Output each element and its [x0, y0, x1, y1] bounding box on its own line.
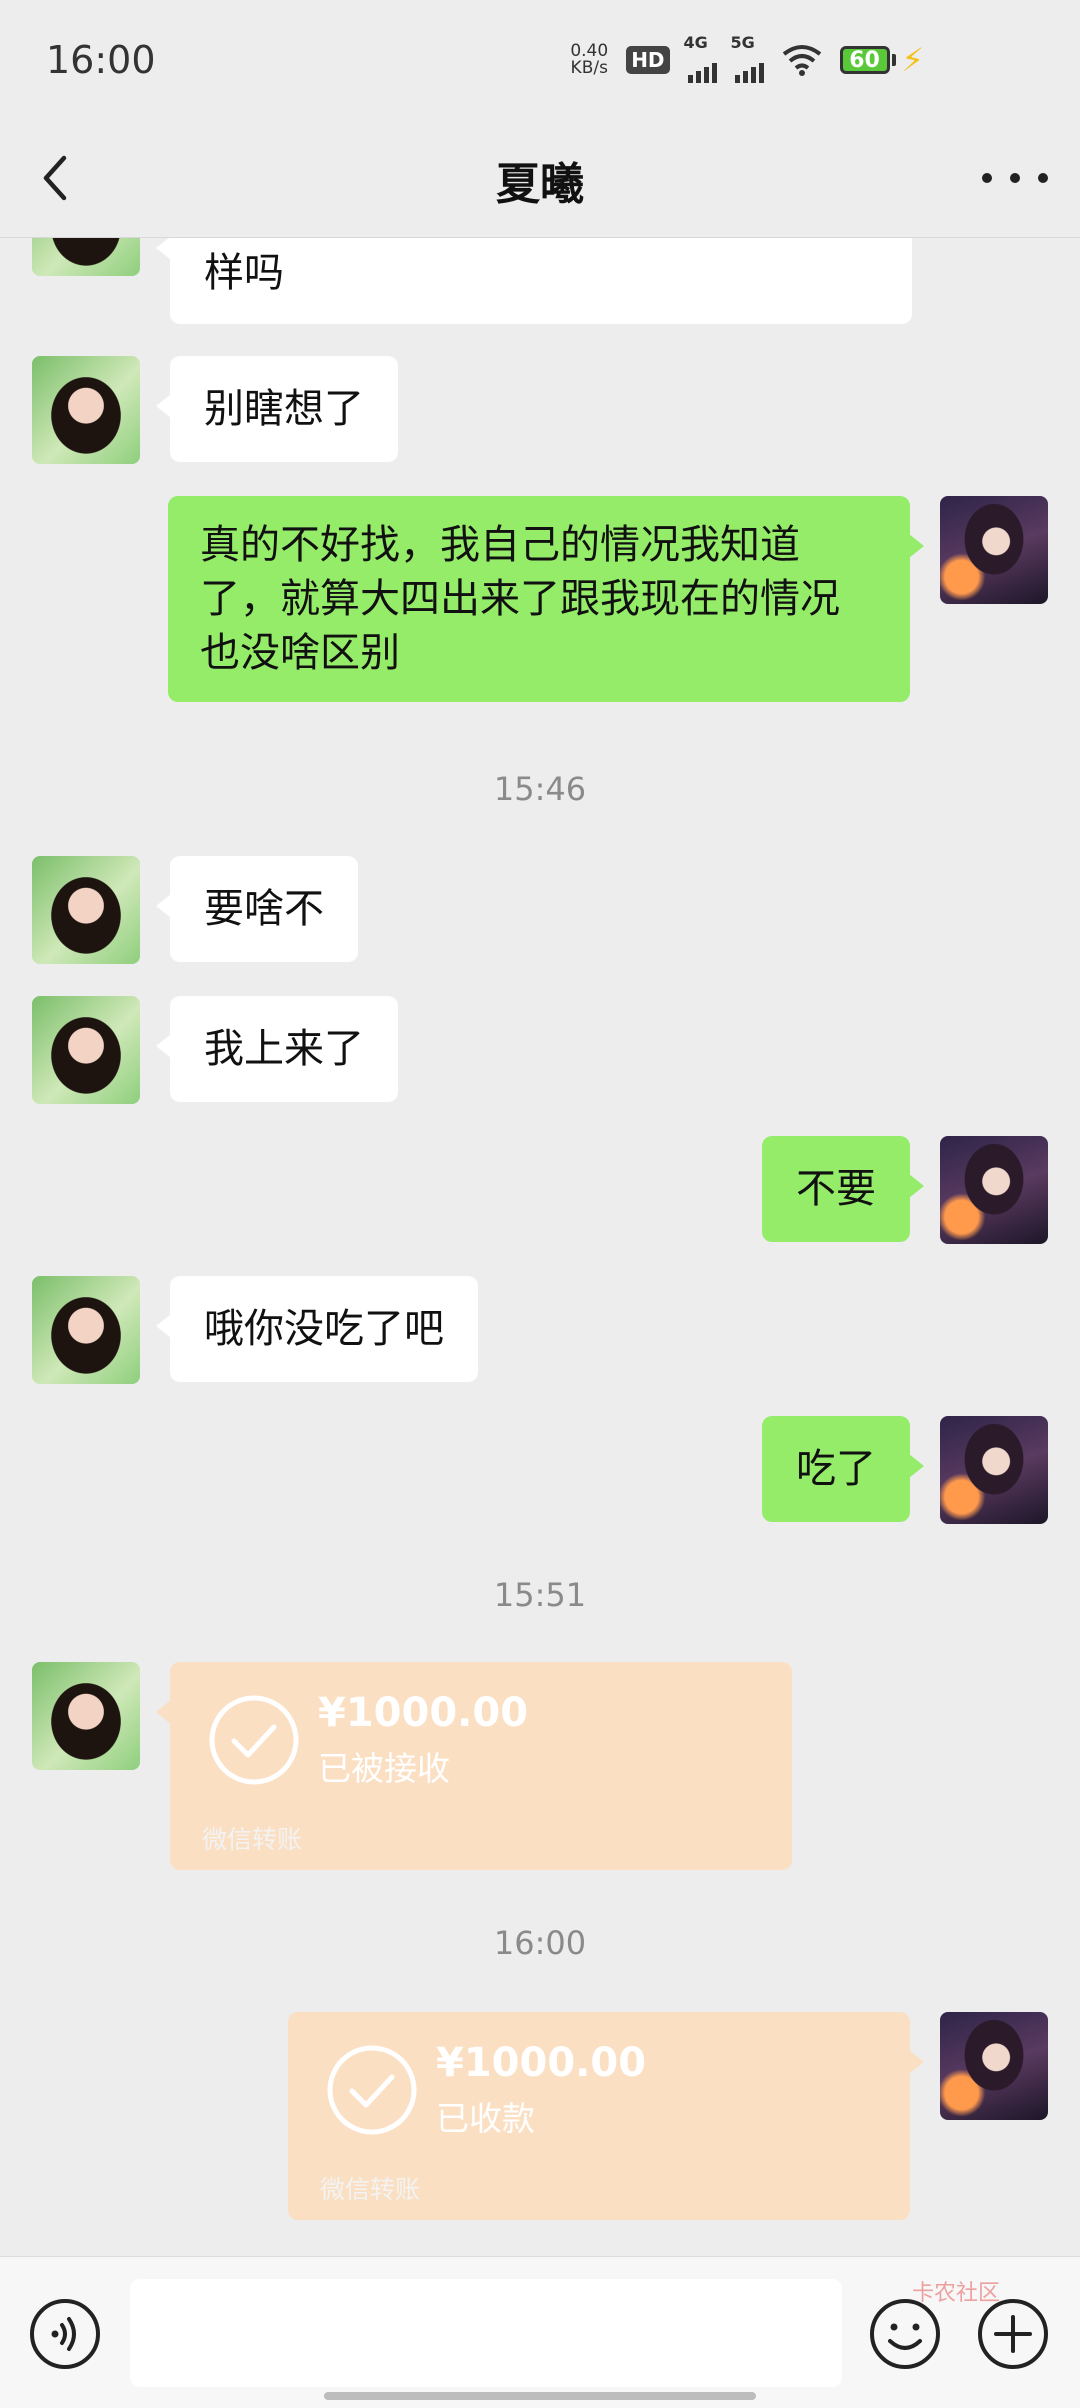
- transfer-footer: 微信转账: [202, 1825, 303, 1854]
- network-speed-unit: KB/s: [570, 58, 608, 78]
- message-bubble-outgoing[interactable]: 不要: [762, 1136, 924, 1242]
- transfer-status: 已被接收: [318, 1749, 450, 1788]
- chat-header: 夏曦: [0, 120, 1080, 238]
- battery-level: 60: [839, 46, 890, 74]
- hd-icon: HD: [626, 46, 670, 74]
- contact-avatar[interactable]: [32, 1662, 140, 1770]
- input-bar: 卡农社区: [0, 2256, 1080, 2408]
- message-bubble-outgoing[interactable]: 真的不好找，我自己的情况我知道了，就算大四出来了跟我现在的情况也没啥区别: [168, 496, 924, 702]
- network-label-5g: 5G: [730, 33, 755, 52]
- message-input[interactable]: [130, 2279, 842, 2387]
- network-label-4g: 4G: [683, 33, 708, 52]
- my-avatar[interactable]: [940, 1136, 1048, 1244]
- transfer-status: 已收款: [436, 2099, 535, 2138]
- message-timestamp: 15:51: [493, 1576, 587, 1614]
- charging-icon: ⚡: [901, 41, 924, 79]
- status-time: 16:00: [46, 38, 156, 82]
- message-bubble-incoming[interactable]: 样吗: [156, 238, 912, 324]
- message-bubble-incoming[interactable]: 要啥不: [156, 856, 358, 962]
- home-indicator[interactable]: [324, 2392, 756, 2400]
- transfer-amount: ¥1000.00: [318, 1690, 529, 1736]
- battery-icon: 60 ⚡: [839, 41, 924, 79]
- contact-avatar[interactable]: [32, 1276, 140, 1384]
- transfer-card-incoming[interactable]: ¥1000.00 已被接收 微信转账: [156, 1662, 792, 1870]
- message-bubble-incoming[interactable]: 哦你没吃了吧: [156, 1276, 478, 1382]
- emoji-icon[interactable]: [868, 2297, 942, 2371]
- message-bubble-incoming[interactable]: 我上来了: [156, 996, 398, 1102]
- status-icons: 0.40 KB/s HD 4G 5G 60 ⚡: [570, 33, 924, 83]
- plus-circle-icon[interactable]: [976, 2297, 1050, 2371]
- more-horizontal-icon[interactable]: [982, 148, 1048, 208]
- transfer-footer: 微信转账: [320, 2175, 421, 2204]
- contact-avatar[interactable]: [32, 856, 140, 964]
- contact-avatar[interactable]: [32, 238, 140, 276]
- status-bar: 16:00 0.40 KB/s HD 4G 5G 60 ⚡: [0, 0, 1080, 120]
- signal-5g-icon: 5G: [731, 33, 764, 83]
- check-circle-icon: [327, 2045, 417, 2135]
- network-speed: 0.40 KB/s: [570, 43, 608, 77]
- voice-icon[interactable]: [28, 2297, 102, 2371]
- check-circle-icon: [209, 1695, 299, 1785]
- my-avatar[interactable]: [940, 496, 1048, 604]
- contact-avatar[interactable]: [32, 356, 140, 464]
- my-avatar[interactable]: [940, 2012, 1048, 2120]
- my-avatar[interactable]: [940, 1416, 1048, 1524]
- contact-avatar[interactable]: [32, 996, 140, 1104]
- message-timestamp: 15:46: [493, 770, 587, 808]
- chat-title: 夏曦: [496, 159, 584, 210]
- message-bubble-incoming[interactable]: 别瞎想了: [156, 356, 398, 462]
- message-bubble-outgoing[interactable]: 吃了: [762, 1416, 924, 1522]
- message-timestamp: 16:00: [493, 1924, 587, 1962]
- transfer-amount: ¥1000.00: [436, 2040, 647, 2086]
- wifi-icon: [782, 45, 821, 76]
- transfer-card-outgoing[interactable]: ¥1000.00 已收款 微信转账: [288, 2012, 924, 2220]
- message-list[interactable]: 样吗 别瞎想了 真的不好找，我自己的情况我知道了，就算大四出来了跟我现在的情况也…: [0, 238, 1080, 2256]
- signal-4g-icon: 4G: [684, 33, 717, 83]
